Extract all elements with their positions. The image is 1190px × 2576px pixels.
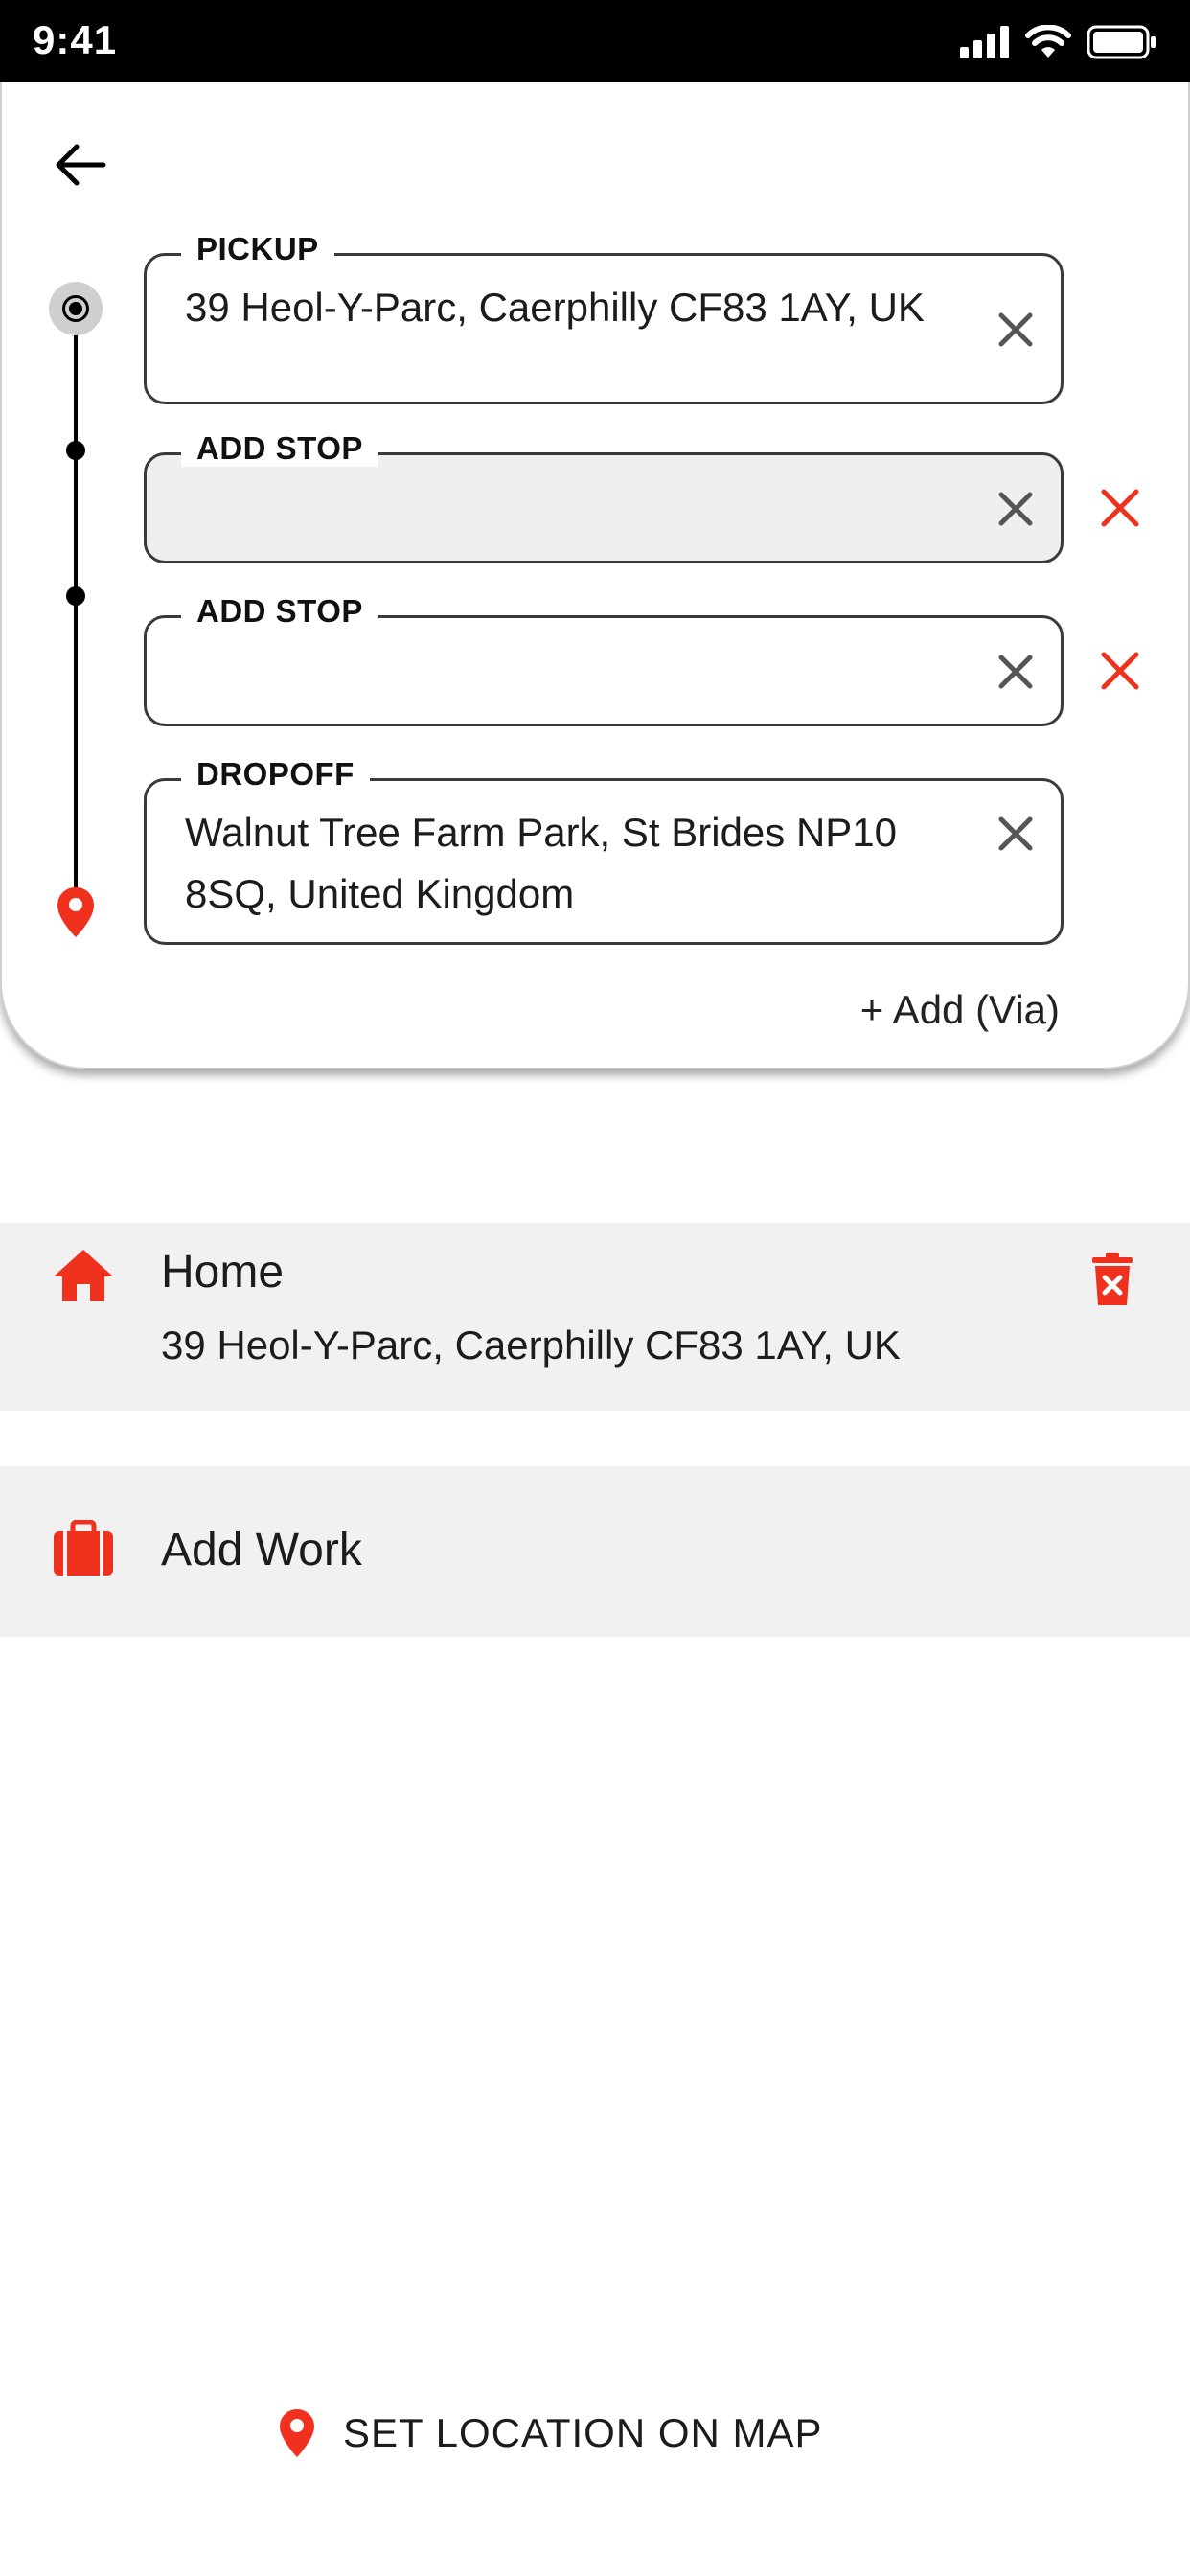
saved-place-work[interactable]: Add Work (0, 1466, 1190, 1637)
dropoff-field[interactable]: DROPOFF Walnut Tree Farm Park, St Brides… (144, 756, 1064, 945)
status-icons (960, 21, 1157, 63)
add-work-title: Add Work (161, 1525, 362, 1576)
saved-place-home[interactable]: Home 39 Heol-Y-Parc, Caerphilly CF83 1AY… (0, 1223, 1190, 1411)
home-icon (54, 1250, 113, 1301)
add-via-button[interactable]: + Add (Via) (860, 987, 1060, 1033)
home-address: 39 Heol-Y-Parc, Caerphilly CF83 1AY, UK (161, 1322, 901, 1368)
dropoff-pin-icon (57, 887, 94, 937)
set-location-on-map-label: SET LOCATION ON MAP (343, 2410, 823, 2455)
delete-trash-icon[interactable] (1090, 1252, 1134, 1307)
pickup-field[interactable]: PICKUP 39 Heol-Y-Parc, Caerphilly CF83 1… (144, 231, 1064, 404)
battery-icon (1087, 25, 1156, 59)
pickup-label: PICKUP (181, 231, 334, 267)
stop-1-label: ADD STOP (181, 430, 378, 467)
cellular-signal-icon (960, 26, 1009, 58)
pickup-marker-icon (49, 282, 103, 335)
stop-1-field[interactable]: ADD STOP (144, 430, 1064, 564)
status-bar: 9:41 (0, 0, 1190, 82)
remove-stop-1-icon[interactable] (1098, 486, 1142, 530)
stop-marker-icon (66, 586, 85, 606)
home-title: Home (161, 1247, 285, 1298)
clear-stop-2-icon[interactable] (992, 648, 1040, 696)
clear-dropoff-icon[interactable] (992, 810, 1040, 858)
status-time: 9:41 (33, 17, 118, 62)
wifi-icon (1025, 25, 1071, 58)
clear-stop-1-icon[interactable] (992, 485, 1040, 533)
dropoff-value[interactable]: Walnut Tree Farm Park, St Brides NP10 8S… (185, 802, 971, 925)
pickup-value[interactable]: 39 Heol-Y-Parc, Caerphilly CF83 1AY, UK (185, 277, 971, 338)
set-location-on-map-button[interactable]: SET LOCATION ON MAP (278, 2400, 823, 2467)
back-arrow-icon[interactable] (50, 134, 111, 196)
remove-stop-2-icon[interactable] (1098, 649, 1142, 693)
briefcase-icon (54, 1520, 113, 1576)
route-card: PICKUP 39 Heol-Y-Parc, Caerphilly CF83 1… (0, 82, 1190, 1070)
clear-pickup-icon[interactable] (992, 306, 1040, 354)
stop-2-field[interactable]: ADD STOP (144, 593, 1064, 726)
location-pin-icon (280, 2409, 314, 2457)
dropoff-label: DROPOFF (181, 756, 370, 793)
stop-2-label: ADD STOP (181, 593, 378, 630)
route-line (74, 309, 78, 918)
stop-marker-icon (66, 441, 85, 460)
